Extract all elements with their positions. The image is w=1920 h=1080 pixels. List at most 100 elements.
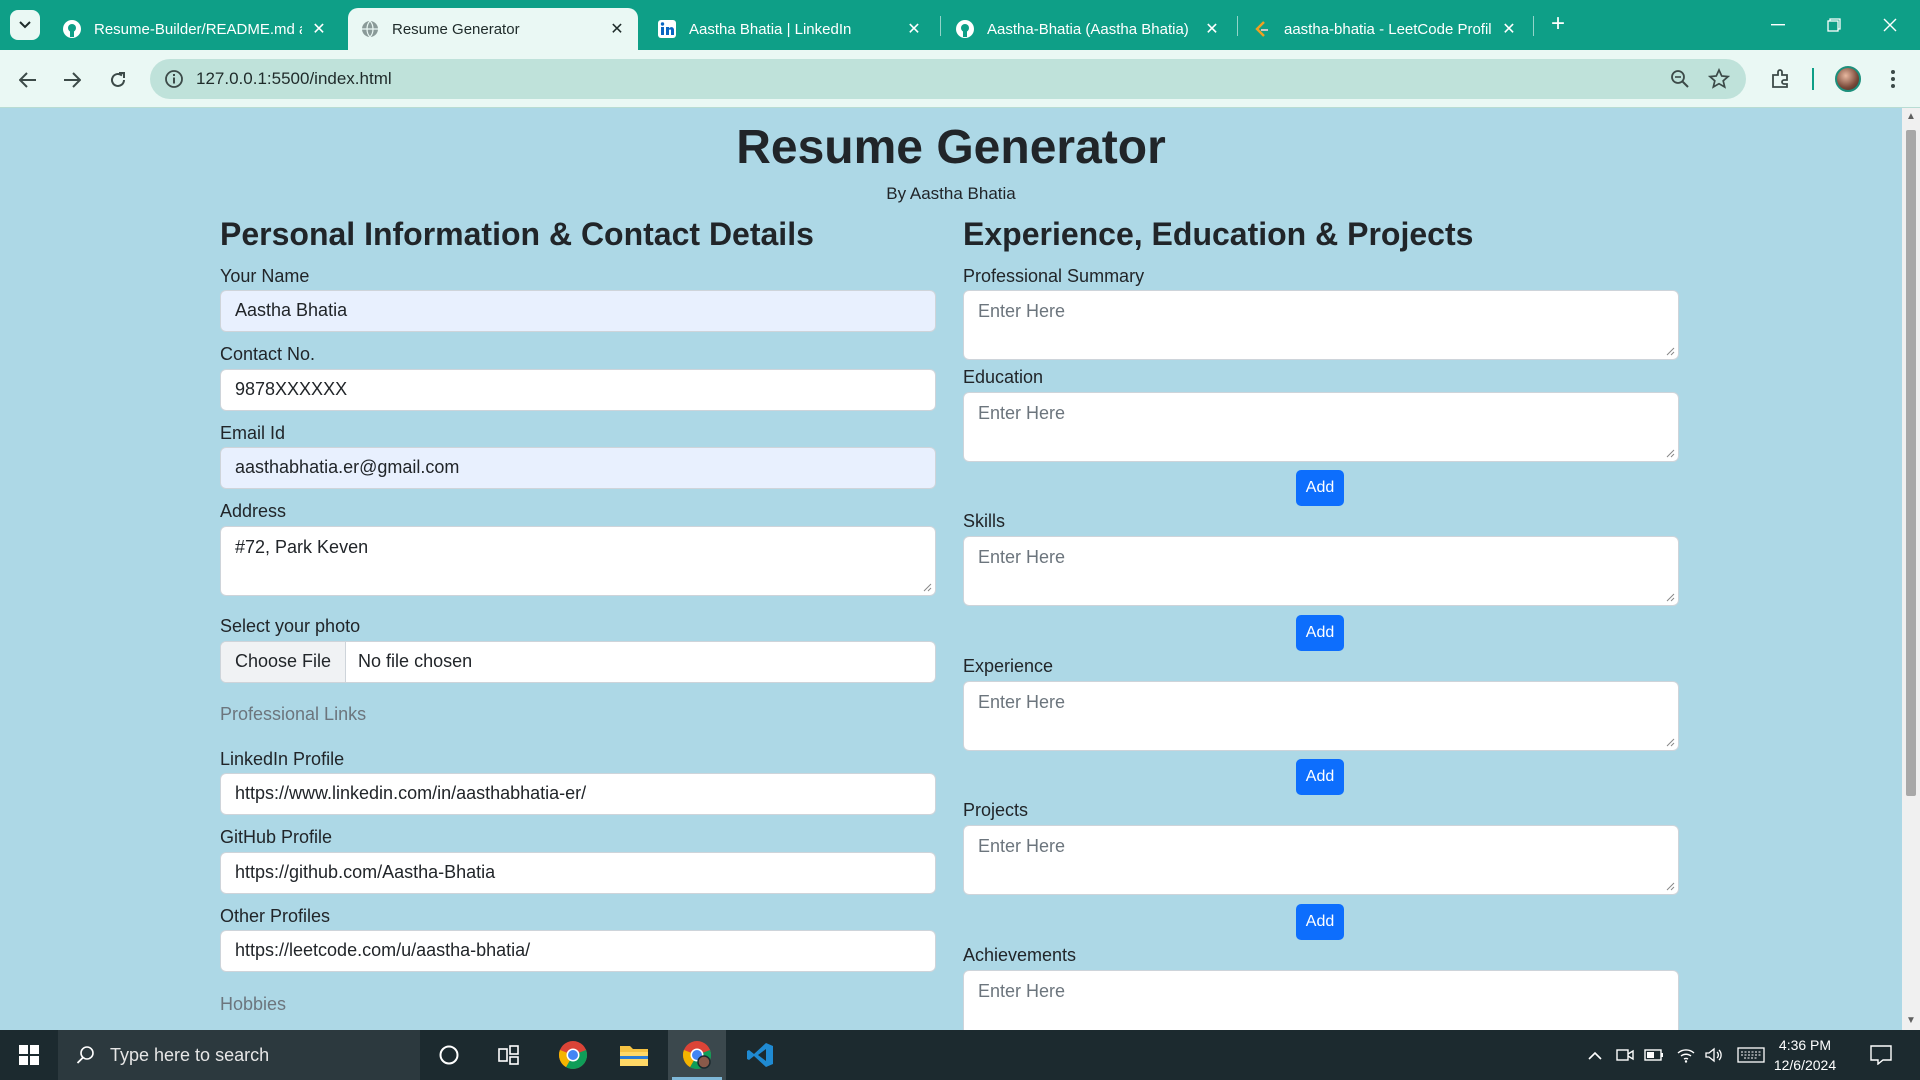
address-label: Address (220, 501, 287, 521)
taskbar-clock[interactable]: 4:36 PM 12/6/2024 (1760, 1035, 1850, 1075)
resize-grip-icon[interactable] (1665, 346, 1675, 356)
clock-date: 12/6/2024 (1773, 1057, 1837, 1073)
add-skills-button[interactable]: Add (1296, 615, 1344, 651)
taskbar-search-box[interactable]: Type here to search (58, 1030, 420, 1080)
address-bar[interactable]: 127.0.0.1:5500/index.html (150, 59, 1746, 99)
forward-icon[interactable] (56, 64, 88, 96)
meet-now-icon[interactable] (1614, 1045, 1636, 1065)
linkedin-input[interactable]: https://www.linkedin.com/in/aasthabhatia… (220, 773, 936, 815)
achievements-label: Achievements (963, 945, 1077, 965)
chrome-profile-taskbar-icon[interactable] (668, 1030, 726, 1080)
wifi-icon[interactable] (1675, 1045, 1697, 1065)
github-input[interactable]: https://github.com/Aastha-Bhatia (220, 852, 936, 894)
close-icon[interactable]: ✕ (1203, 19, 1221, 39)
tab-github-profile[interactable]: Aastha-Bhatia (Aastha Bhatia) ✕ (943, 8, 1233, 50)
placeholder-text: Enter Here (978, 836, 1066, 856)
email-input[interactable]: aasthabhatia.er@gmail.com (220, 447, 936, 489)
minimize-icon[interactable] (1758, 10, 1798, 40)
resize-grip-icon[interactable] (1665, 737, 1675, 747)
tray-chevron-up-icon[interactable] (1584, 1045, 1606, 1065)
photo-file-input[interactable]: Choose File No file chosen (220, 641, 936, 683)
cortana-icon[interactable] (420, 1030, 478, 1080)
search-icon (76, 1045, 96, 1065)
zoom-icon[interactable] (1670, 69, 1690, 94)
page-content: Resume Generator By Aastha Bhatia Person… (0, 108, 1902, 1030)
page-title: Resume Generator (736, 121, 1166, 174)
globe-icon (360, 19, 380, 39)
restore-icon[interactable] (1814, 10, 1854, 40)
file-explorer-icon[interactable] (605, 1030, 663, 1080)
close-icon[interactable]: ✕ (608, 19, 626, 39)
hobbies-heading: Hobbies (220, 994, 287, 1014)
close-icon[interactable]: ✕ (905, 19, 923, 39)
name-label: Your Name (220, 266, 310, 286)
github-icon (62, 19, 82, 39)
experience-label: Experience (963, 656, 1054, 676)
choose-file-button[interactable]: Choose File (221, 642, 347, 682)
volume-icon[interactable] (1703, 1045, 1725, 1065)
resize-grip-icon[interactable] (1665, 592, 1675, 602)
close-icon[interactable]: ✕ (1500, 19, 1518, 39)
education-textarea[interactable]: Enter Here (963, 392, 1679, 462)
resize-grip-icon[interactable] (1665, 448, 1675, 458)
projects-label: Projects (963, 800, 1029, 820)
scroll-down-icon[interactable]: ▼ (1902, 1012, 1920, 1030)
photo-label: Select your photo (220, 616, 361, 636)
battery-icon[interactable] (1643, 1045, 1665, 1065)
scrollbar-thumb[interactable] (1906, 130, 1916, 796)
more-menu-icon[interactable] (1878, 64, 1908, 94)
address-text: #72, Park Keven (235, 537, 369, 557)
linkedin-icon (657, 19, 677, 39)
new-tab-button[interactable]: + (1544, 10, 1572, 38)
placeholder-text: Enter Here (978, 301, 1066, 321)
placeholder-text: Enter Here (978, 692, 1066, 712)
vscode-taskbar-icon[interactable] (731, 1030, 789, 1080)
notifications-icon[interactable] (1868, 1045, 1894, 1065)
url-text: 127.0.0.1:5500/index.html (196, 69, 392, 88)
add-projects-button[interactable]: Add (1296, 904, 1344, 940)
window-close-icon[interactable] (1870, 10, 1910, 40)
extensions-icon[interactable] (1766, 64, 1796, 94)
projects-textarea[interactable]: Enter Here (963, 825, 1679, 895)
contact-input[interactable]: 9878XXXXXX (220, 369, 936, 411)
browser-tab-strip: Resume-Builder/README.md at ✕ Resume Gen… (0, 0, 1920, 50)
scroll-up-icon[interactable]: ▲ (1902, 108, 1920, 126)
personal-info-heading: Personal Information & Contact Details (220, 216, 814, 252)
name-input[interactable]: Aastha Bhatia (220, 290, 936, 332)
address-textarea[interactable]: #72, Park Keven (220, 526, 936, 596)
tab-leetcode[interactable]: aastha-bhatia - LeetCode Profile ✕ (1240, 8, 1530, 50)
reload-icon[interactable] (102, 64, 134, 96)
experience-textarea[interactable]: Enter Here (963, 681, 1679, 751)
windows-taskbar: Type here to search 4:36 PM 12/6/2024 (0, 1030, 1920, 1080)
add-education-button[interactable]: Add (1296, 470, 1344, 506)
profile-avatar[interactable] (1833, 64, 1863, 94)
tab-linkedin[interactable]: Aastha Bhatia | LinkedIn ✕ (645, 8, 935, 50)
close-icon[interactable]: ✕ (310, 19, 328, 39)
task-view-icon[interactable] (480, 1030, 538, 1080)
achievements-textarea[interactable]: Enter Here (963, 970, 1679, 1030)
add-experience-button[interactable]: Add (1296, 759, 1344, 795)
chevron-down-icon (19, 21, 31, 29)
tab-readme[interactable]: Resume-Builder/README.md at ✕ (50, 8, 340, 50)
windows-start-icon[interactable] (0, 1030, 58, 1080)
placeholder-text: Enter Here (978, 547, 1066, 567)
resize-grip-icon[interactable] (922, 582, 932, 592)
tab-resume-generator[interactable]: Resume Generator ✕ (348, 8, 638, 50)
clock-time: 4:36 PM (1778, 1037, 1832, 1053)
summary-label: Professional Summary (963, 266, 1145, 286)
page-scrollbar[interactable]: ▲ ▼ (1902, 108, 1920, 1030)
chrome-taskbar-icon[interactable] (544, 1030, 602, 1080)
skills-textarea[interactable]: Enter Here (963, 536, 1679, 606)
other-profiles-input[interactable]: https://leetcode.com/u/aastha-bhatia/ (220, 930, 936, 972)
resize-grip-icon[interactable] (1665, 881, 1675, 891)
page-subtitle: By Aastha Bhatia (886, 184, 1016, 203)
back-icon[interactable] (12, 64, 44, 96)
email-label: Email Id (220, 423, 286, 443)
summary-textarea[interactable]: Enter Here (963, 290, 1679, 360)
file-status-text: No file chosen (358, 651, 473, 671)
tab-search-button[interactable] (10, 10, 40, 40)
site-info-icon[interactable] (164, 69, 184, 94)
contact-label: Contact No. (220, 344, 316, 364)
education-label: Education (963, 367, 1044, 387)
bookmark-star-icon[interactable] (1707, 67, 1731, 95)
